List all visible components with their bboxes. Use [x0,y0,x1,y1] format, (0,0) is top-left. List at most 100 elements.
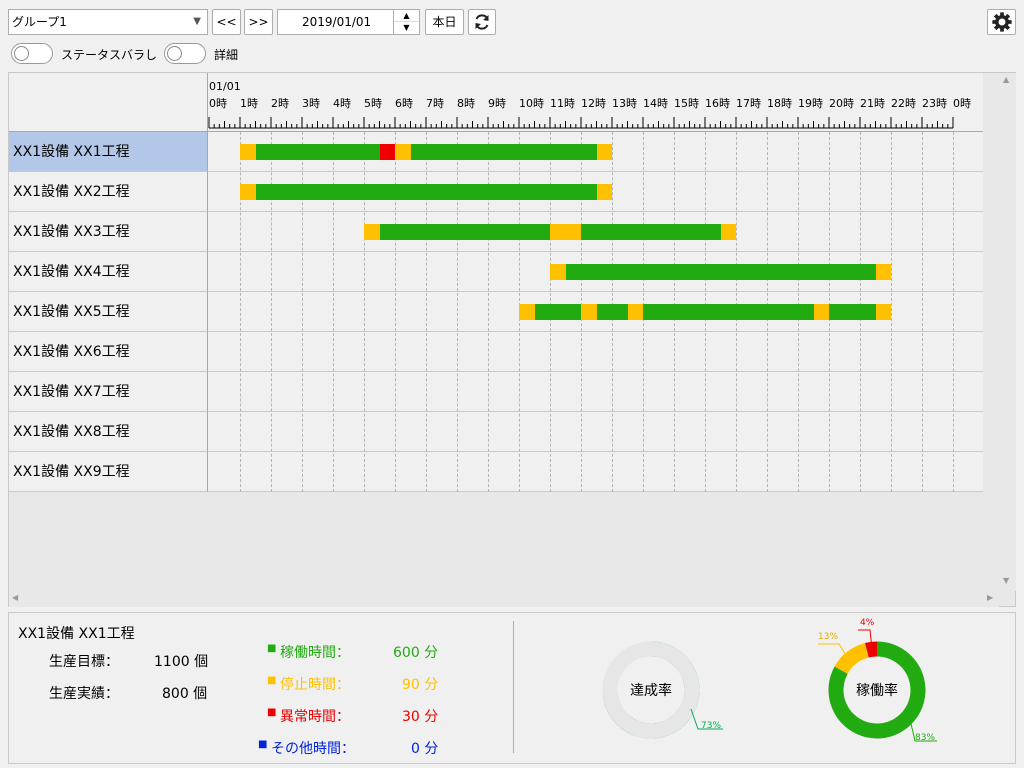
status-segment-run[interactable] [643,304,814,320]
date-spinner[interactable]: ▲ ▼ [393,10,419,34]
row-label[interactable]: XX1設備 XX2工程 [9,172,208,212]
other-label: その他時間： [271,741,355,757]
status-segment-stop[interactable] [240,184,256,200]
timeline-row[interactable] [208,452,983,492]
time-ruler: 01/01 0時 1時 2時 3時 4時 5時 6時 7時 8時 9時 10時 11時 12時 13時 14… [208,73,983,132]
summary-title: XX1設備 XX1工程 [18,626,135,642]
spin-down-icon[interactable]: ▼ [394,22,419,34]
hour-label: 22時 [891,97,916,110]
status-segment-run[interactable] [255,144,380,160]
hour-label: 0時 [209,97,227,110]
error-label: 異常時間： [280,709,350,725]
status-segment-run[interactable] [565,264,876,280]
status-segment-stop[interactable] [519,304,535,320]
summary-panel: XX1設備 XX1工程 生産目標： 1100 個 生産実績： 800 個 ■ 稼… [8,612,1016,764]
hour-label: 17時 [736,97,761,110]
row-label[interactable]: XX1設備 XX6工程 [9,332,208,372]
actual-label: 生産実績： [49,686,119,702]
settings-button[interactable] [987,9,1016,35]
status-segment-run[interactable] [596,304,628,320]
status-segment-stop[interactable] [627,304,643,320]
hour-label: 21時 [860,97,885,110]
status-segment-stop[interactable] [395,144,411,160]
toggle-knob [14,46,29,61]
spin-up-icon[interactable]: ▲ [394,10,419,22]
status-segment-run[interactable] [581,224,721,240]
group-select[interactable]: グループ1 ▼ [8,9,208,35]
hour-gridline [922,132,923,492]
scroll-left-icon[interactable]: ◀ [12,593,18,602]
status-segment-stop[interactable] [813,304,829,320]
scroll-right-icon[interactable]: ▶ [987,593,993,602]
hour-label: 7時 [426,97,444,110]
utilization-error-label: 4% [860,618,875,628]
prev-button[interactable]: << [212,9,241,35]
rate-charts: 達成率 73% 稼働率 83% 13% 4% [602,618,937,743]
status-segment-run[interactable] [829,304,876,320]
status-segment-stop[interactable] [550,224,581,240]
row-label[interactable]: XX1設備 XX4工程 [9,252,208,292]
hour-label: 4時 [333,97,351,110]
gear-icon [991,12,1012,32]
timeline-row[interactable] [208,412,983,452]
target-value: 1100 個 [154,654,209,670]
hour-label: 23時 [922,97,947,110]
detail-toggle[interactable] [164,43,206,64]
status-segment-stop[interactable] [581,304,597,320]
status-toggle[interactable] [11,43,53,64]
run-bullet-icon: ■ [267,643,277,654]
status-segment-stop[interactable] [596,144,612,160]
status-segment-stop[interactable] [364,224,380,240]
timeline-row[interactable] [208,372,983,412]
scroll-up-icon[interactable]: ▲ [1003,75,1009,84]
hour-label: 8時 [457,97,475,110]
row-label[interactable]: XX1設備 XX1工程 [9,132,208,172]
run-value: 600 分 [393,645,439,661]
hour-label: 14時 [643,97,668,110]
achievement-center-label: 達成率 [630,682,672,699]
hour-label: 9時 [488,97,506,110]
date-field[interactable]: 2019/01/01 ▲ ▼ [277,9,420,35]
scroll-down-icon[interactable]: ▼ [1003,576,1009,585]
status-segment-run[interactable] [379,224,550,240]
dropdown-arrow-icon[interactable]: ▼ [193,10,201,34]
vertical-scrollbar[interactable]: ▲ ▼ [999,73,1016,591]
row-label[interactable]: XX1設備 XX8工程 [9,412,208,452]
hour-gridline [891,132,892,492]
header-corner [9,73,208,132]
row-label[interactable]: XX1設備 XX9工程 [9,452,208,492]
run-label: 稼働時間： [280,645,350,661]
hour-label: 0時 [953,97,971,110]
stop-value: 90 分 [402,677,439,693]
utilization-center-label: 稼働率 [856,682,898,699]
error-value: 30 分 [402,709,439,725]
status-segment-error[interactable] [379,144,395,160]
next-button[interactable]: >> [244,9,273,35]
status-segment-stop[interactable] [720,224,736,240]
hour-label: 13時 [612,97,637,110]
row-label[interactable]: XX1設備 XX5工程 [9,292,208,332]
hour-label: 19時 [798,97,823,110]
other-bullet-icon: ■ [258,739,268,750]
horizontal-scrollbar[interactable]: ◀ ▶ [9,591,999,607]
status-segment-stop[interactable] [240,144,256,160]
hour-label: 11時 [550,97,575,110]
timeline-row[interactable] [208,332,983,372]
status-segment-stop[interactable] [875,304,891,320]
status-segment-stop[interactable] [596,184,612,200]
status-segment-run[interactable] [410,144,597,160]
row-label[interactable]: XX1設備 XX7工程 [9,372,208,412]
status-segment-run[interactable] [534,304,581,320]
refresh-button[interactable] [468,9,496,35]
hour-label: 1時 [240,97,258,110]
detail-toggle-label: 詳細 [214,48,239,62]
other-value: 0 分 [411,741,439,757]
row-label[interactable]: XX1設備 XX3工程 [9,212,208,252]
toggle-knob [167,46,182,61]
today-button[interactable]: 本日 [425,9,464,35]
status-segment-stop[interactable] [550,264,566,280]
error-bullet-icon: ■ [267,707,277,718]
status-segment-run[interactable] [255,184,597,200]
status-segment-stop[interactable] [875,264,891,280]
hour-label: 5時 [364,97,382,110]
